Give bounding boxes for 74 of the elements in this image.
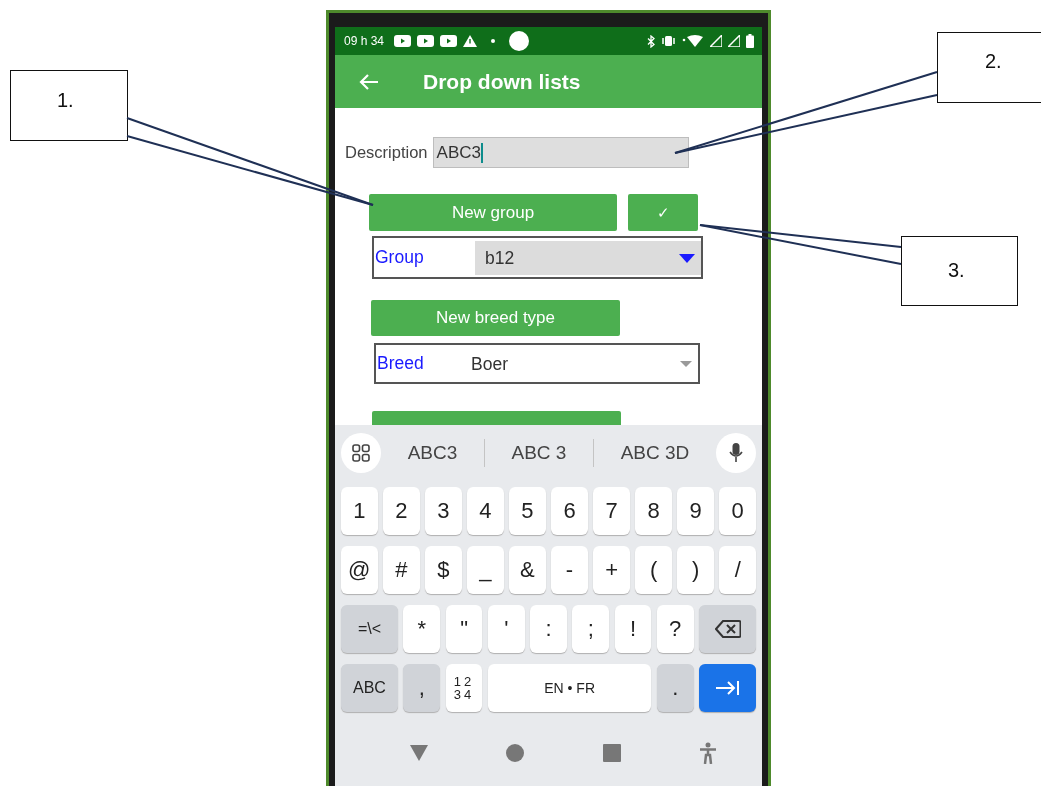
keyboard-key[interactable]: ABC <box>341 664 398 712</box>
keyboard-key[interactable]: ! <box>614 605 652 653</box>
field-label: Description <box>345 143 428 162</box>
wifi-icon <box>682 34 704 48</box>
keyboard-key[interactable]: 4 <box>467 487 504 535</box>
callout-number: 2. <box>985 50 1002 73</box>
dropdown-arrow-icon <box>680 361 692 367</box>
accessibility-icon[interactable] <box>698 742 717 764</box>
screen-title: Drop down lists <box>423 69 581 94</box>
suggestion[interactable]: ABC 3 <box>495 442 583 464</box>
description-field[interactable]: ABC3 <box>432 137 689 168</box>
callout-number: 1. <box>57 89 74 112</box>
dropdown-label: Group <box>374 246 425 269</box>
keyboard-key[interactable]: 6 <box>551 487 588 535</box>
dropdown[interactable]: Breed Boer <box>374 343 700 384</box>
keyboard-key[interactable]: : <box>530 605 567 653</box>
dropdown-label: Breed <box>376 352 425 375</box>
dropdown-value: b12 <box>485 247 515 269</box>
keyboard-key[interactable]: ; <box>572 605 610 653</box>
status-time: 09 h 34 <box>344 34 385 48</box>
dropdown-arrow-icon <box>679 253 695 263</box>
keyboard-key[interactable]: EN • FR <box>487 664 652 712</box>
warning-icon <box>463 35 478 47</box>
numpad-key[interactable]: 12 34 <box>445 664 483 712</box>
suggestion[interactable]: ABC 3D <box>604 442 706 464</box>
video-app-icon <box>417 35 435 47</box>
keyboard-key[interactable]: ? <box>656 605 694 653</box>
bluetooth-icon <box>647 34 655 48</box>
dropdown[interactable]: Group b12 <box>372 236 703 279</box>
keyboard-key[interactable]: " <box>445 605 483 653</box>
home-circle-icon[interactable] <box>506 744 525 762</box>
back-triangle-icon[interactable] <box>410 745 429 761</box>
keyboard-key[interactable]: 7 <box>593 487 630 535</box>
grid-icon[interactable] <box>352 444 370 462</box>
microphone-icon[interactable] <box>728 443 743 463</box>
suggestion[interactable]: ABC3 <box>391 442 474 464</box>
keyboard-key[interactable]: # <box>383 546 420 594</box>
battery-icon <box>746 34 754 48</box>
keyboard-key[interactable]: . <box>656 664 694 712</box>
keyboard-key[interactable]: 8 <box>635 487 672 535</box>
dot-icon <box>491 39 496 43</box>
keyboard-key[interactable]: 2 <box>383 487 420 535</box>
vibrate-icon <box>661 35 676 47</box>
backspace-key[interactable] <box>699 605 756 653</box>
keyboard-key[interactable]: 1 <box>341 487 378 535</box>
keyboard-key[interactable]: 9 <box>677 487 714 535</box>
keyboard-key[interactable]: - <box>551 546 588 594</box>
signal-icon <box>710 35 722 47</box>
tab-arrow-icon <box>714 680 741 696</box>
keyboard-key[interactable]: 0 <box>719 487 756 535</box>
keyboard-key[interactable]: 5 <box>509 487 546 535</box>
keyboard-key[interactable]: @ <box>341 546 378 594</box>
keyboard-key[interactable]: $ <box>425 546 462 594</box>
circle-icon <box>509 31 530 51</box>
keyboard-key[interactable]: ' <box>487 605 525 653</box>
keyboard-key[interactable]: ( <box>635 546 672 594</box>
next-key[interactable] <box>699 664 757 712</box>
keyboard-key[interactable]: * <box>403 605 441 653</box>
keyboard-key[interactable]: ) <box>677 546 714 594</box>
recents-square-icon[interactable] <box>602 744 621 762</box>
backspace-icon <box>714 620 741 638</box>
callout-number: 3. <box>948 259 965 282</box>
keyboard-key[interactable]: _ <box>467 546 504 594</box>
keyboard-key[interactable]: / <box>719 546 756 594</box>
keyboard-key[interactable]: , <box>403 664 441 712</box>
keyboard-key[interactable]: 3 <box>425 487 462 535</box>
video-app-icon <box>440 35 458 47</box>
back-arrow-icon[interactable] <box>359 72 379 91</box>
keyboard-key[interactable]: + <box>593 546 630 594</box>
dropdown-value: Boer <box>471 353 508 375</box>
keyboard-key[interactable]: =\< <box>341 605 398 653</box>
video-app-icon <box>394 35 412 47</box>
signal-icon <box>728 35 740 47</box>
keyboard-key[interactable]: & <box>509 546 546 594</box>
